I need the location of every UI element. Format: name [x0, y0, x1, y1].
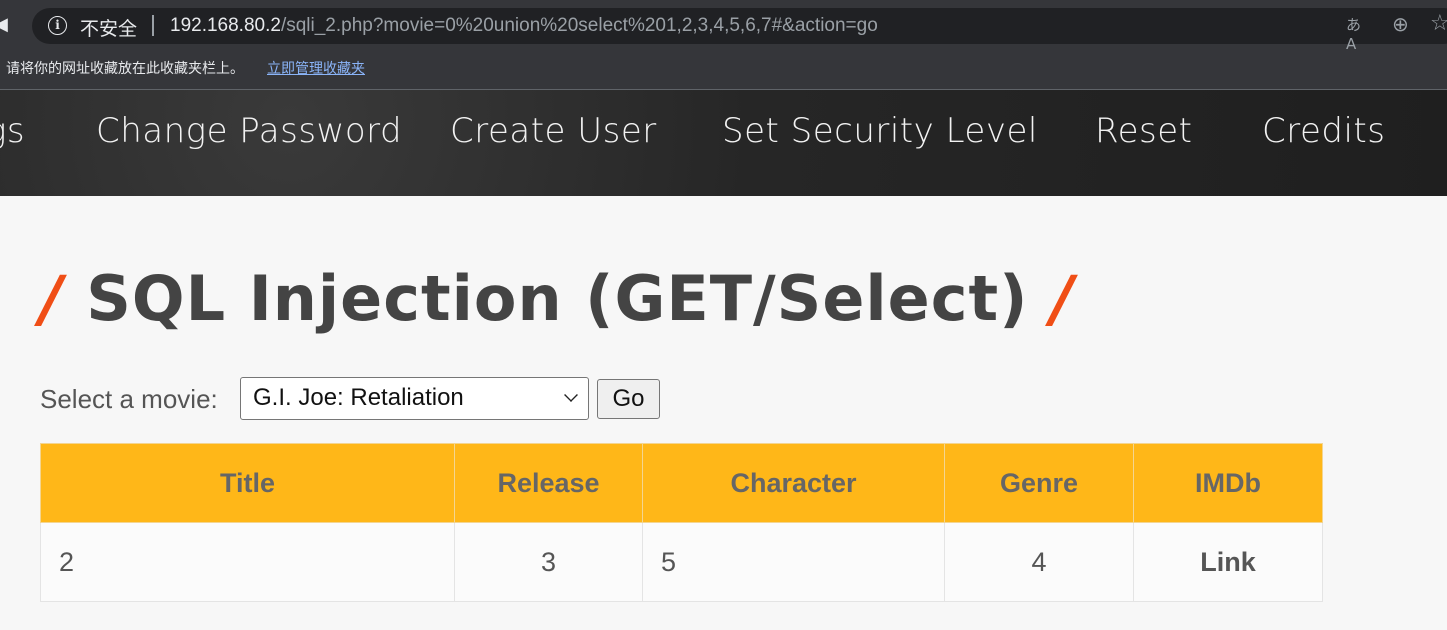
table-header-row: Title Release Character Genre IMDb [40, 443, 1323, 523]
star-icon[interactable]: ☆ [1430, 11, 1447, 36]
nav-item-create-user[interactable]: Create User [450, 111, 657, 151]
not-secure-label[interactable]: 不安全 [80, 14, 137, 41]
movie-select-value: G.I. Joe: Retaliation [253, 384, 464, 411]
url-text[interactable]: 192.168.80.2/sqli_2.php?movie=0%20union%… [170, 15, 878, 37]
back-icon[interactable]: ◀ [0, 14, 16, 36]
header-genre: Genre [944, 443, 1134, 523]
results-table: Title Release Character Genre IMDb 2 3 5… [40, 443, 1323, 602]
header-title: Title [40, 443, 455, 523]
zoom-icon[interactable]: ⊕ [1392, 12, 1416, 36]
cell-release: 3 [454, 522, 643, 602]
movie-select[interactable]: G.I. Joe: Retaliation [240, 377, 589, 420]
manage-bookmarks-link[interactable]: 立即管理收藏夹 [267, 58, 365, 78]
info-icon[interactable]: i [48, 16, 67, 35]
title-slash-left: / [40, 262, 64, 335]
header-character: Character [642, 443, 945, 523]
cell-character: 5 [642, 522, 945, 602]
cell-title: 2 [40, 522, 455, 602]
title-text: SQL Injection (GET/Select) [86, 262, 1029, 335]
nav-item-credits[interactable]: Credits [1262, 111, 1385, 151]
header-imdb: IMDb [1133, 443, 1323, 523]
url-host: 192.168.80.2 [170, 15, 281, 36]
url-path: /sqli_2.php?movie=0%20union%20select%201… [280, 15, 878, 36]
imdb-link[interactable]: Link [1133, 522, 1323, 602]
page-title: / SQL Injection (GET/Select) / [40, 262, 1075, 335]
url-separator [152, 15, 154, 36]
cell-genre: 4 [944, 522, 1134, 602]
bookmark-hint: 请将你的网址收藏放在此收藏夹栏上。 [6, 61, 244, 77]
header-release: Release [454, 443, 643, 523]
nav-item-reset[interactable]: Reset [1095, 111, 1192, 151]
go-button[interactable]: Go [597, 379, 660, 419]
chevron-down-icon [564, 388, 578, 402]
translate-icon[interactable]: あA [1346, 14, 1370, 53]
nav-item-change-password[interactable]: Change Password [96, 111, 402, 151]
title-slash-right: / [1051, 262, 1075, 335]
select-movie-label: Select a movie: [40, 384, 218, 414]
table-row: 2 3 5 4 Link [40, 522, 1323, 602]
nav-item-set-security-level[interactable]: Set Security Level [722, 111, 1038, 151]
nav-item-bugs[interactable]: gs [0, 111, 25, 151]
